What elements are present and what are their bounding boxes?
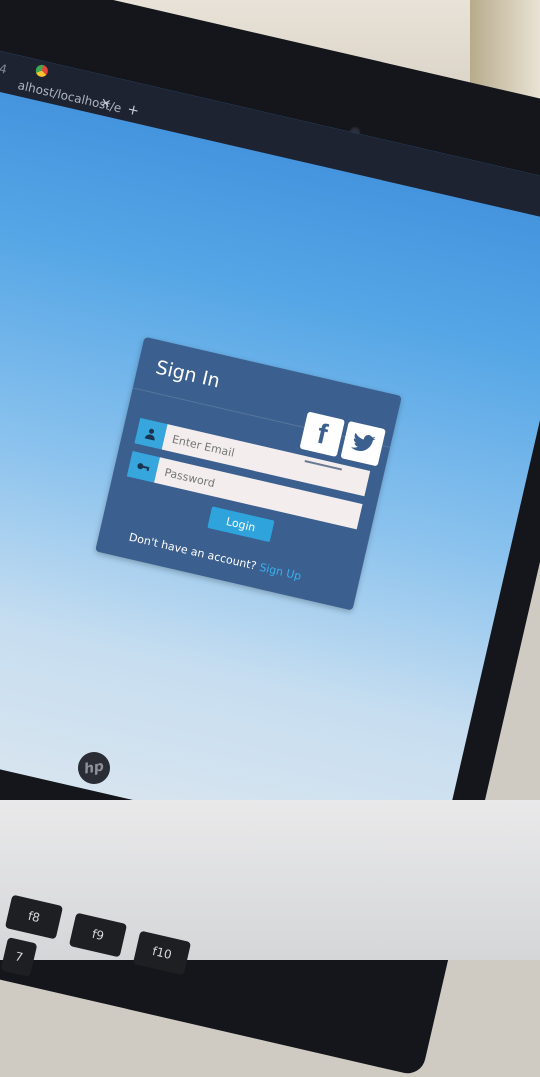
key-f8[interactable]: f8 bbox=[4, 894, 64, 940]
laptop-screen: 3 4 alhost/localhost/e × + Sign In f Lo bbox=[0, 44, 540, 871]
keyboard: f8 f9 f10 7 bbox=[0, 800, 540, 977]
signup-prompt: Don't have an account? Sign Up bbox=[128, 531, 303, 583]
twitter-icon[interactable] bbox=[340, 420, 386, 467]
sign-in-card: Sign In f Login Don't have an account? S… bbox=[95, 336, 402, 611]
sign-in-title: Sign In bbox=[153, 356, 223, 393]
facebook-icon[interactable]: f bbox=[299, 411, 346, 458]
login-button[interactable]: Login bbox=[207, 506, 275, 543]
chrome-icon bbox=[34, 63, 49, 79]
twitter-bird-icon bbox=[351, 432, 376, 452]
key-f9[interactable]: f9 bbox=[68, 912, 128, 958]
no-account-text: Don't have an account? bbox=[127, 530, 258, 573]
signup-link[interactable]: Sign Up bbox=[258, 561, 302, 583]
new-tab-icon[interactable]: + bbox=[126, 101, 141, 119]
tab-number[interactable]: 4 bbox=[0, 61, 8, 76]
